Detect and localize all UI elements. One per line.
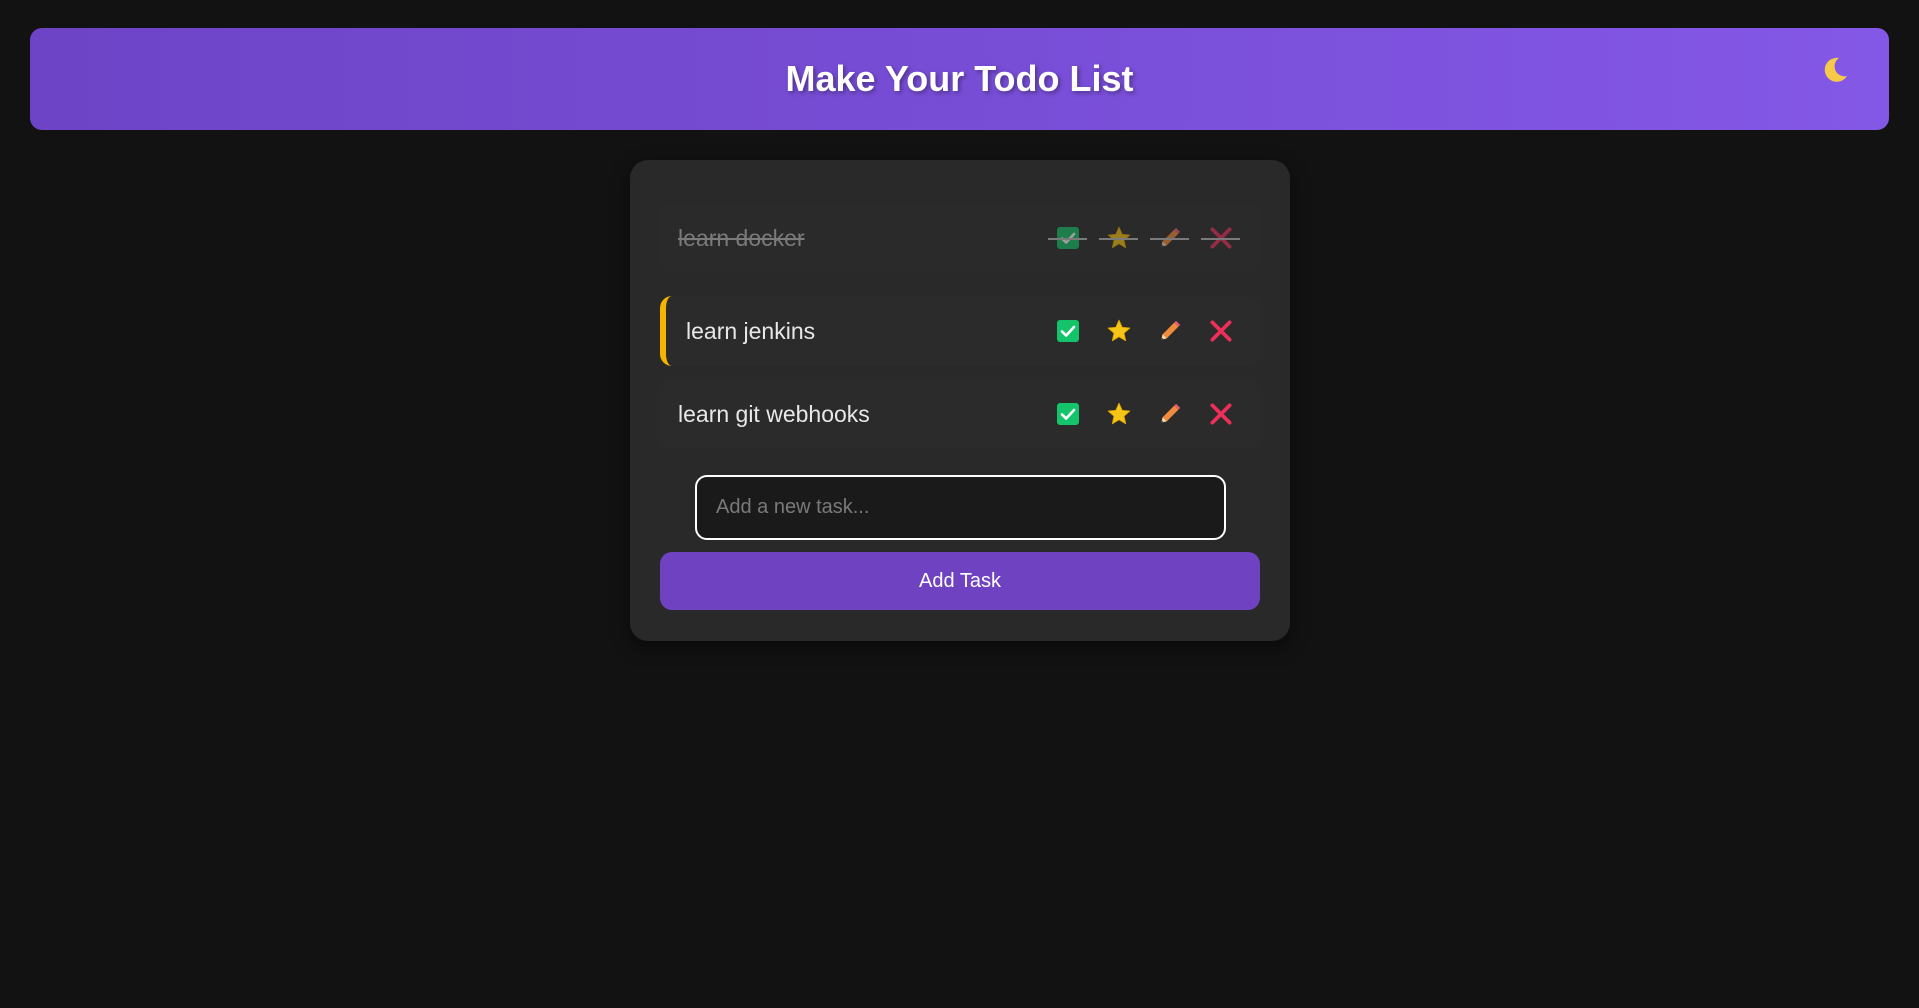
close-icon (1209, 320, 1232, 342)
new-task-input[interactable] (695, 475, 1226, 540)
checkbox-icon (1056, 403, 1079, 425)
task-item: learn jenkins (660, 296, 1260, 366)
delete-button[interactable] (1195, 394, 1246, 434)
moon-icon (1824, 57, 1847, 82)
task-actions (1042, 394, 1246, 434)
star-icon (1107, 319, 1130, 342)
task-label: learn docker (678, 224, 805, 251)
complete-button[interactable] (1042, 218, 1093, 258)
priority-button[interactable] (1093, 311, 1144, 351)
close-icon (1209, 227, 1232, 249)
theme-toggle-button[interactable] (1815, 50, 1855, 90)
edit-button[interactable] (1144, 218, 1195, 258)
task-item: learn git webhooks (660, 379, 1260, 449)
complete-button[interactable] (1042, 311, 1093, 351)
star-icon (1107, 226, 1130, 249)
star-icon (1107, 402, 1130, 425)
app-header: Make Your Todo List (30, 28, 1889, 130)
checkbox-icon (1056, 320, 1079, 342)
close-icon (1209, 403, 1232, 425)
task-label: learn git webhooks (678, 400, 870, 427)
delete-button[interactable] (1195, 218, 1246, 258)
task-actions (1042, 311, 1246, 351)
pencil-icon (1160, 320, 1180, 340)
pencil-icon (1160, 403, 1180, 423)
edit-button[interactable] (1144, 311, 1195, 351)
todo-card: learn docker learn jenkins learn git web… (630, 160, 1290, 641)
priority-button[interactable] (1093, 218, 1144, 258)
checkbox-icon (1056, 227, 1079, 249)
delete-button[interactable] (1195, 311, 1246, 351)
task-actions (1042, 218, 1246, 258)
task-label: learn jenkins (686, 317, 816, 344)
new-task-field-wrapper (695, 475, 1226, 540)
task-item: learn docker (660, 203, 1260, 273)
edit-button[interactable] (1144, 394, 1195, 434)
add-task-button[interactable]: Add Task (660, 552, 1260, 610)
pencil-icon (1160, 227, 1180, 247)
priority-button[interactable] (1093, 394, 1144, 434)
complete-button[interactable] (1042, 394, 1093, 434)
page-title: Make Your Todo List (785, 58, 1134, 99)
